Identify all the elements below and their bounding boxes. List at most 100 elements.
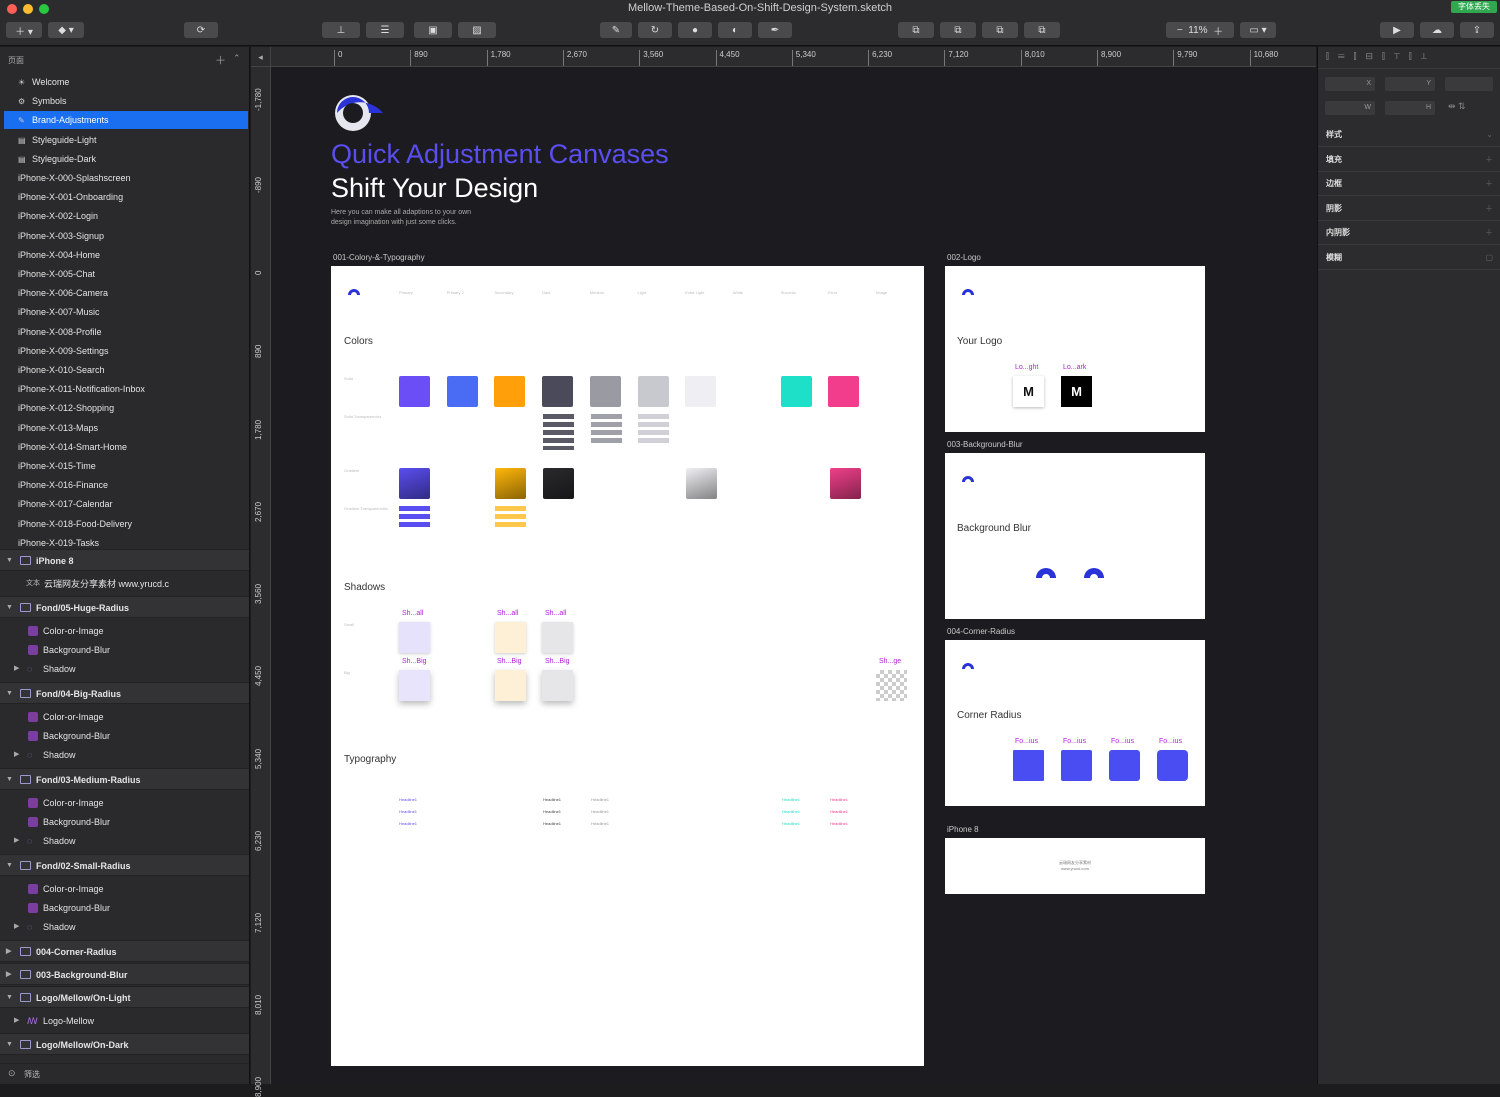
union-button[interactable]: ⧉ xyxy=(898,22,934,38)
disclosure-open-icon[interactable]: ▼ xyxy=(6,597,13,619)
width-field[interactable]: W xyxy=(1325,101,1375,115)
layer-symbol[interactable]: ▶ ◌ Shadow xyxy=(0,744,249,766)
intersect-button[interactable]: ⧉ xyxy=(982,22,1018,38)
page-item-iphone-x-009-settings[interactable]: iPhone-X-009-Settings xyxy=(4,342,248,360)
gradient-color-swatch[interactable] xyxy=(686,468,717,499)
page-item-iphone-x-008-profile[interactable]: iPhone-X-008-Profile xyxy=(4,323,248,341)
minimize-window-button[interactable] xyxy=(23,4,33,14)
pen-button[interactable]: ✒ xyxy=(758,22,792,38)
artboard-label-iphone8[interactable]: iPhone 8 xyxy=(947,825,979,834)
cloud-button[interactable]: ☁ xyxy=(1420,22,1454,38)
zoom-window-button[interactable] xyxy=(39,4,49,14)
radius-swatch-big[interactable] xyxy=(1109,750,1140,781)
align-button[interactable]: ⊥ xyxy=(322,22,360,38)
layer-symbol[interactable]: ▶ ◌ Shadow xyxy=(0,916,249,938)
solid-color-swatch[interactable] xyxy=(446,376,478,407)
subtract-button[interactable]: ⧉ xyxy=(940,22,976,38)
disclosure-closed-icon[interactable]: ▶ xyxy=(14,1010,19,1032)
layer-symbol2[interactable]: ▶ ꟿ Logo-Mellow xyxy=(0,1010,249,1032)
layer-symbol[interactable]: ▶ ◌ Shadow xyxy=(0,830,249,852)
view-button[interactable]: ▭ ▾ xyxy=(1240,22,1276,38)
add-page-icon[interactable]: ＋ xyxy=(215,52,226,68)
inspector-section-0[interactable]: 样式 ⌄ xyxy=(1318,123,1500,147)
disclosure-closed-icon[interactable]: ▶ xyxy=(14,744,19,766)
shadow-small-swatch-1[interactable] xyxy=(399,622,430,653)
disclosure-closed-icon[interactable]: ▶ xyxy=(14,830,19,852)
disclosure-open-icon[interactable]: ▼ xyxy=(6,550,13,572)
collapse-pages-icon[interactable]: ⌃ xyxy=(233,53,241,64)
edit-button[interactable]: ✎ xyxy=(600,22,632,38)
shadow-big-swatch-1[interactable] xyxy=(399,670,430,701)
page-item-styleguide-dark[interactable]: ▤ Styleguide-Dark xyxy=(4,150,248,168)
page-item-iphone-x-004-home[interactable]: iPhone-X-004-Home xyxy=(4,246,248,264)
gradient-color-swatch[interactable] xyxy=(399,468,430,499)
alignment-icons[interactable]: ⫿☰⫿⊟⫿⊤⫿⊥ xyxy=(1326,51,1436,62)
page-item-welcome[interactable]: ☀ Welcome xyxy=(4,73,248,91)
radius-swatch-huge[interactable] xyxy=(1157,750,1188,781)
inspector-section-4[interactable]: 内阴影 ＋ xyxy=(1318,221,1500,246)
page-item-iphone-x-006-camera[interactable]: iPhone-X-006-Camera xyxy=(4,284,248,302)
rotation-field[interactable] xyxy=(1445,77,1493,91)
artboard-background-blur[interactable]: Background Blur xyxy=(945,453,1205,619)
solid-color-swatch[interactable] xyxy=(828,376,860,407)
zoom-out-icon[interactable]: − xyxy=(1177,25,1183,36)
preview-button[interactable]: ▶ xyxy=(1380,22,1414,38)
layer-group2[interactable]: ▶ 004-Corner-Radius xyxy=(0,940,249,963)
page-item-iphone-x-010-search[interactable]: iPhone-X-010-Search xyxy=(4,361,248,379)
plus-icon[interactable]: ＋ xyxy=(1485,221,1493,245)
page-item-iphone-x-013-maps[interactable]: iPhone-X-013-Maps xyxy=(4,419,248,437)
gradient-color-swatch[interactable] xyxy=(495,468,526,499)
layer-group[interactable]: ▼ Fond/02-Small-Radius xyxy=(0,854,249,876)
disclosure-open-icon[interactable]: ▼ xyxy=(6,1034,13,1056)
layer-group[interactable]: ▼ Logo/Mellow/On-Dark xyxy=(0,1033,249,1056)
page-item-iphone-x-016-finance[interactable]: iPhone-X-016-Finance xyxy=(4,476,248,494)
difference-button[interactable]: ⧉ xyxy=(1024,22,1060,38)
scissors-button[interactable]: ◐ xyxy=(718,22,752,38)
layer-symbol[interactable]: ▶ ◌ Shadow xyxy=(0,658,249,680)
artboard-colory-typography[interactable]: Primary Primary 2 Secondary Dark Medium Light… xyxy=(331,266,924,1066)
disclosure-open-icon[interactable]: ▼ xyxy=(6,987,13,1009)
logo-on-light-icon[interactable]: M xyxy=(1013,376,1044,407)
disclosure-closed-icon[interactable]: ▶ xyxy=(14,658,19,680)
filter-label[interactable]: 筛选 xyxy=(24,1069,40,1080)
artboard-logo[interactable]: Your Logo Lo...ght Lo...ark M M xyxy=(945,266,1205,432)
artboard-label-logo[interactable]: 002-Logo xyxy=(947,253,981,262)
page-item-iphone-x-014-smart-home[interactable]: iPhone-X-014-Smart-Home xyxy=(4,438,248,456)
disclosure-closed-icon[interactable]: ▶ xyxy=(6,941,11,963)
shadow-big-swatch-3[interactable] xyxy=(542,670,573,701)
create-artboard-button[interactable]: ▣ xyxy=(414,22,452,38)
artboard-label-colory-typography[interactable]: 001-Colory-&-Typography xyxy=(333,253,425,262)
page-item-iphone-x-018-food-delivery[interactable]: iPhone-X-018-Food-Delivery xyxy=(4,515,248,533)
distribute-button[interactable]: ☰ xyxy=(366,22,404,38)
logo-on-dark-icon[interactable]: M xyxy=(1061,376,1092,407)
checkbox-icon[interactable]: ▢ xyxy=(1485,246,1493,270)
layer-group2[interactable]: ▶ 003-Background-Blur xyxy=(0,963,249,986)
insert-button[interactable]: ＋ ▾ xyxy=(6,22,42,38)
x-field[interactable]: X xyxy=(1325,77,1375,91)
inspector-section-5[interactable]: 模糊 ▢ xyxy=(1318,246,1500,270)
page-item-iphone-x-007-music[interactable]: iPhone-X-007-Music xyxy=(4,303,248,321)
gradient-color-swatch[interactable] xyxy=(830,468,861,499)
canvas[interactable]: Quick Adjustment Canvases Shift Your Des… xyxy=(271,67,1316,1084)
chevron-down-icon[interactable]: ⌄ xyxy=(1486,123,1493,147)
flatten-button[interactable]: ● xyxy=(678,22,712,38)
page-item-styleguide-light[interactable]: ▤ Styleguide-Light xyxy=(4,131,248,149)
page-item-iphone-x-011-notification-inbox[interactable]: iPhone-X-011-Notification-Inbox xyxy=(4,380,248,398)
shadow-big-swatch-2[interactable] xyxy=(495,670,526,701)
zoom-control[interactable]: − 11% ＋ xyxy=(1166,22,1234,38)
artboard-corner-radius[interactable]: Corner Radius Fo...ius Fo...ius Fo...ius… xyxy=(945,640,1205,806)
zoom-in-icon[interactable]: ＋ xyxy=(1213,23,1223,38)
filter-icon[interactable]: ⊙ xyxy=(8,1068,16,1079)
rotate-button[interactable]: ↻ xyxy=(638,22,672,38)
disclosure-closed-icon[interactable]: ▶ xyxy=(14,916,19,938)
plus-icon[interactable]: ＋ xyxy=(1485,197,1493,221)
solid-color-swatch[interactable] xyxy=(494,376,526,407)
page-item-iphone-x-005-chat[interactable]: iPhone-X-005-Chat xyxy=(4,265,248,283)
disclosure-closed-icon[interactable]: ▶ xyxy=(6,964,11,986)
page-item-iphone-x-015-time[interactable]: iPhone-X-015-Time xyxy=(4,457,248,475)
layer-group[interactable]: ▼ Logo/Mellow/On-Light xyxy=(0,986,249,1009)
artboard-label-background-blur[interactable]: 003-Background-Blur xyxy=(947,440,1023,449)
close-window-button[interactable] xyxy=(7,4,17,14)
solid-color-swatch[interactable] xyxy=(399,376,430,407)
radius-swatch-small[interactable] xyxy=(1013,750,1044,781)
